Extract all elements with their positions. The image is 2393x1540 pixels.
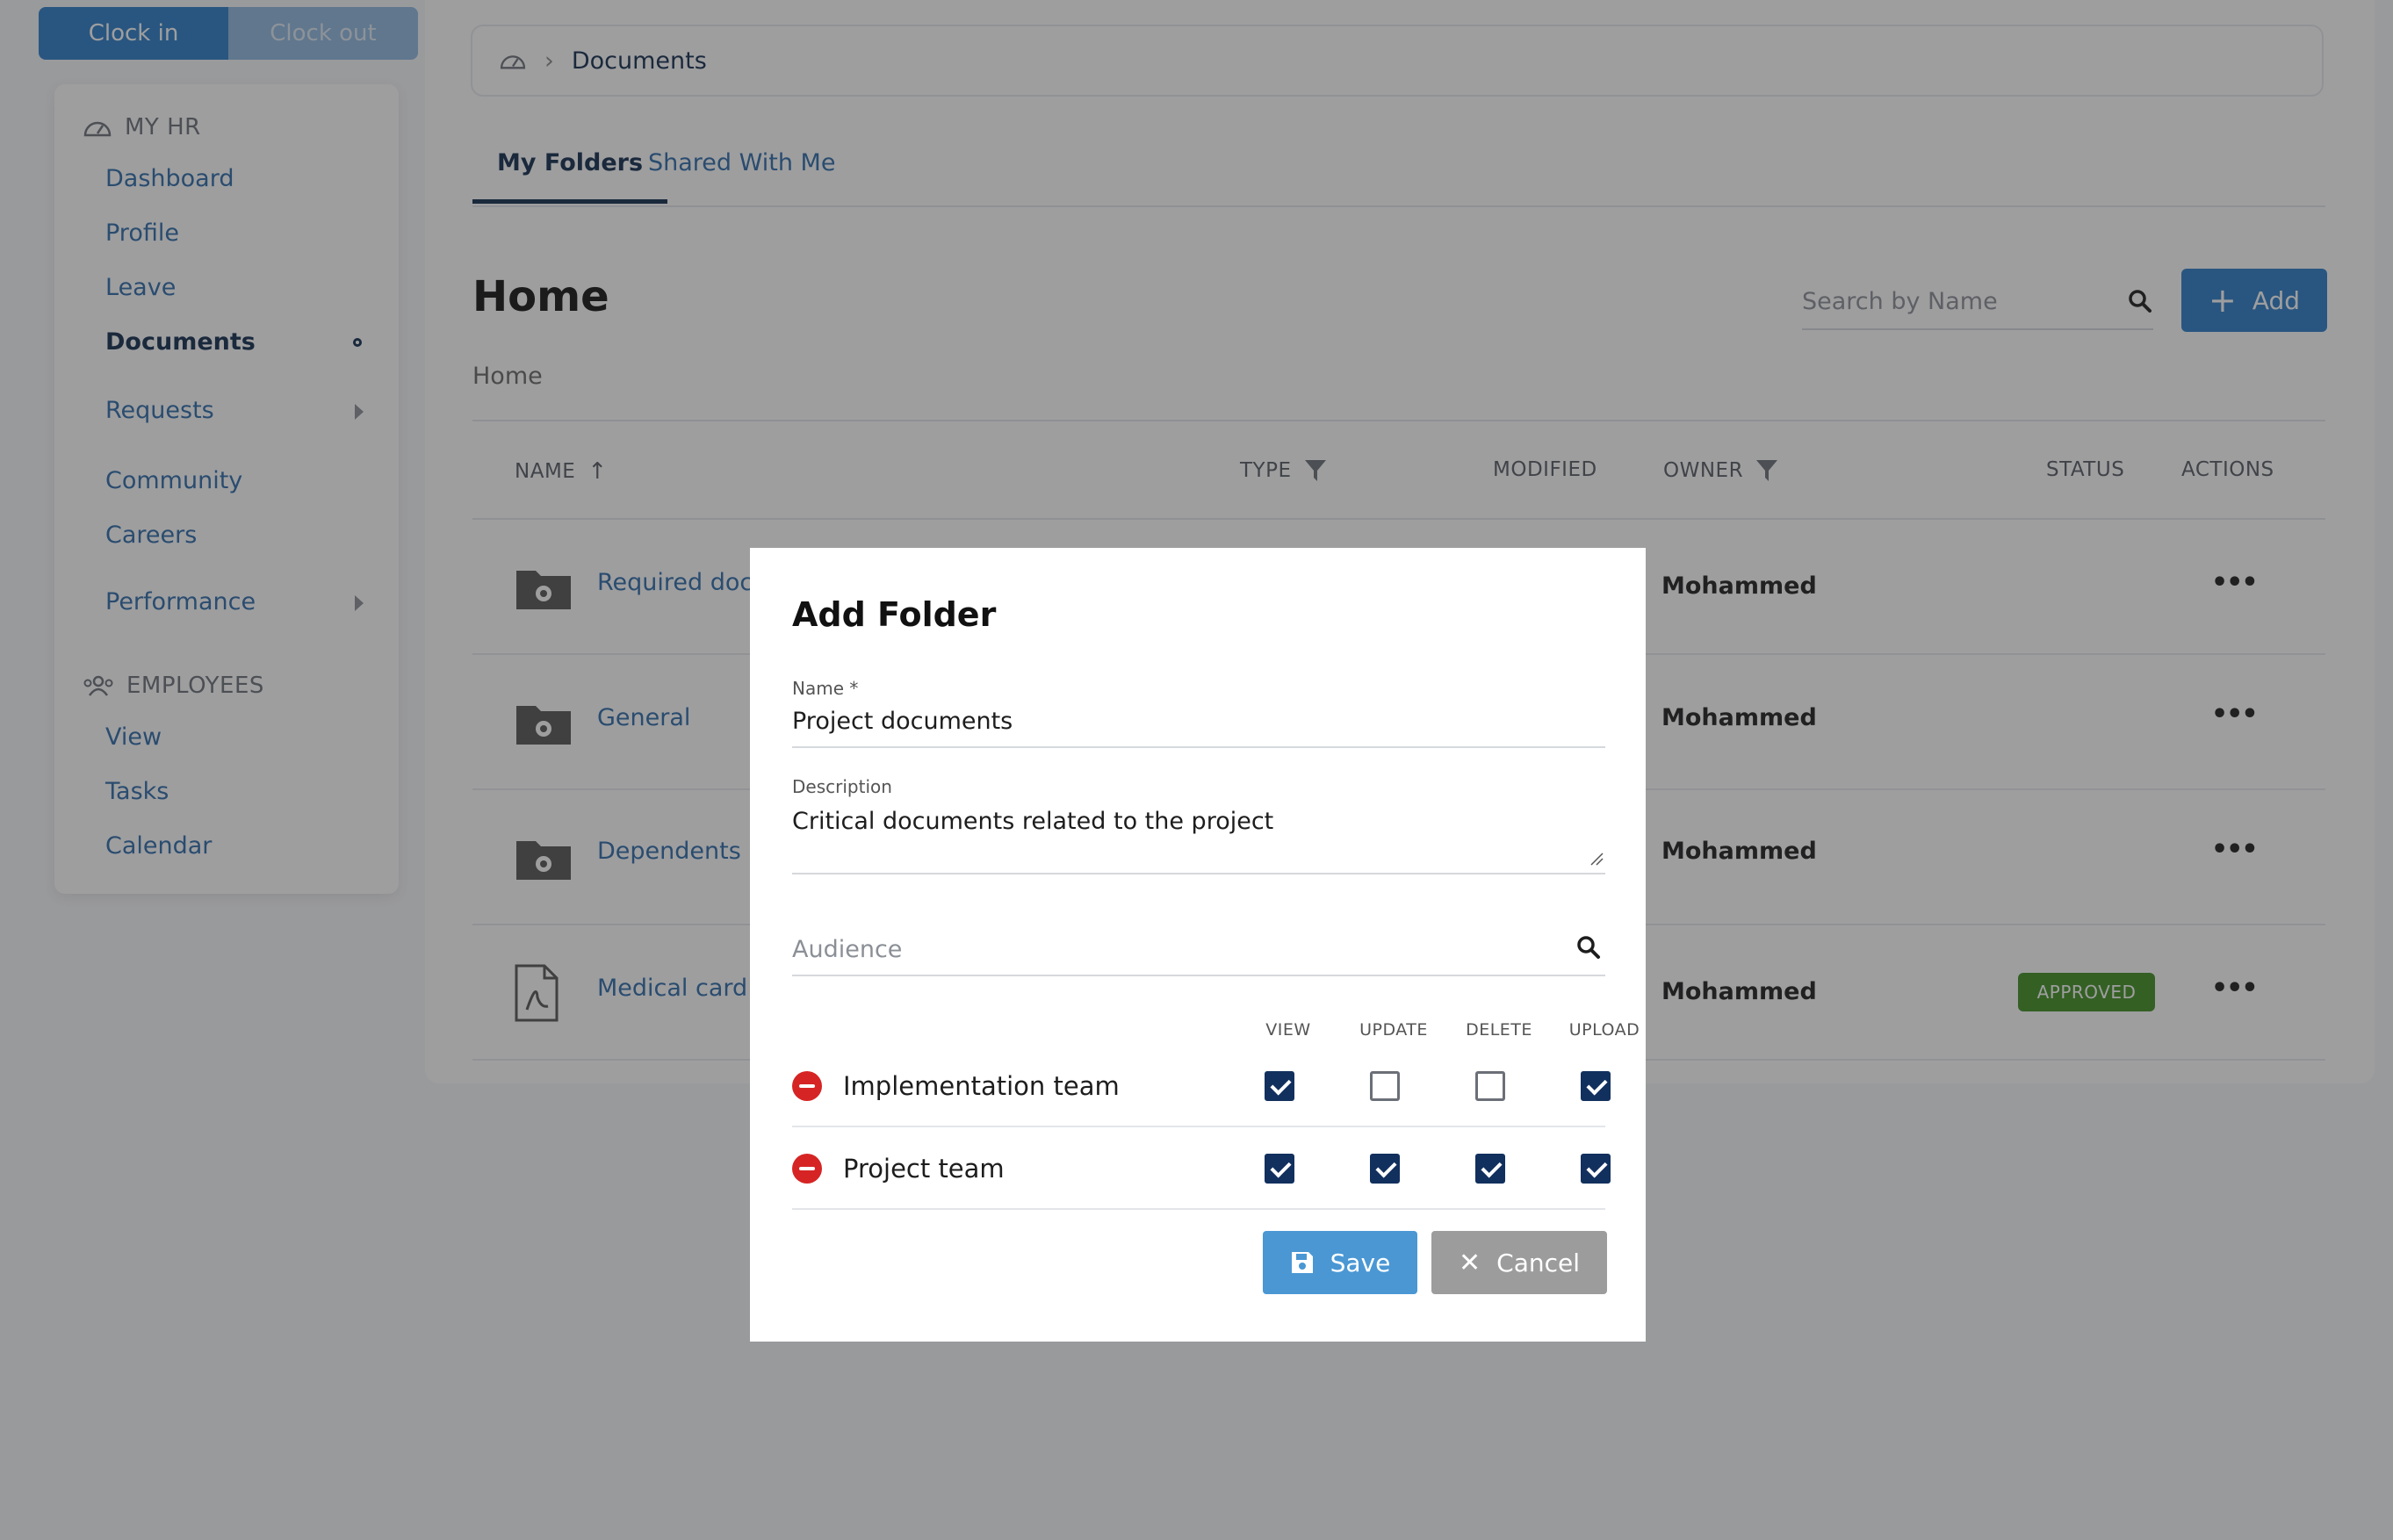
name-field-underline <box>792 746 1605 748</box>
perm-header-view: VIEW <box>1265 1020 1311 1040</box>
audience-underline <box>792 975 1605 976</box>
add-folder-dialog: Add Folder Name * Project documents Desc… <box>750 548 1646 1342</box>
description-field[interactable]: Critical documents related to the projec… <box>792 808 1273 835</box>
save-button[interactable]: Save <box>1263 1231 1417 1294</box>
perm-header-delete: DELETE <box>1466 1020 1532 1040</box>
save-floppy-icon <box>1291 1252 1313 1273</box>
search-icon[interactable] <box>1575 934 1602 961</box>
perm-header-update: UPDATE <box>1359 1020 1428 1040</box>
resize-handle-icon[interactable] <box>1589 852 1604 866</box>
view-checkbox[interactable] <box>1265 1154 1294 1184</box>
update-checkbox[interactable] <box>1370 1071 1400 1101</box>
remove-circle-icon[interactable] <box>792 1154 822 1184</box>
audience-name: Project team <box>843 1154 1005 1184</box>
upload-checkbox[interactable] <box>1581 1154 1611 1184</box>
audience-name: Implementation team <box>843 1071 1120 1101</box>
view-checkbox[interactable] <box>1265 1071 1294 1101</box>
save-button-label: Save <box>1330 1248 1391 1277</box>
delete-checkbox[interactable] <box>1475 1071 1505 1101</box>
description-field-label: Description <box>792 776 892 797</box>
cancel-button-label: Cancel <box>1496 1248 1580 1277</box>
dialog-title: Add Folder <box>792 595 997 634</box>
name-field[interactable]: Project documents <box>792 708 1013 735</box>
audience-row: Project team <box>792 1127 1611 1210</box>
perm-header-upload: UPLOAD <box>1568 1020 1640 1040</box>
cancel-button[interactable]: ✕ Cancel <box>1431 1231 1607 1294</box>
update-checkbox[interactable] <box>1370 1154 1400 1184</box>
upload-checkbox[interactable] <box>1581 1071 1611 1101</box>
remove-circle-icon[interactable] <box>792 1071 822 1101</box>
close-icon: ✕ <box>1459 1247 1481 1278</box>
delete-checkbox[interactable] <box>1475 1154 1505 1184</box>
name-field-label: Name * <box>792 678 859 699</box>
description-field-underline <box>792 873 1605 874</box>
app-root: Clock in Clock out MY HR Dashboard Profi… <box>0 0 2393 1540</box>
audience-input[interactable]: Audience <box>792 936 902 963</box>
audience-row: Implementation team <box>792 1045 1611 1127</box>
